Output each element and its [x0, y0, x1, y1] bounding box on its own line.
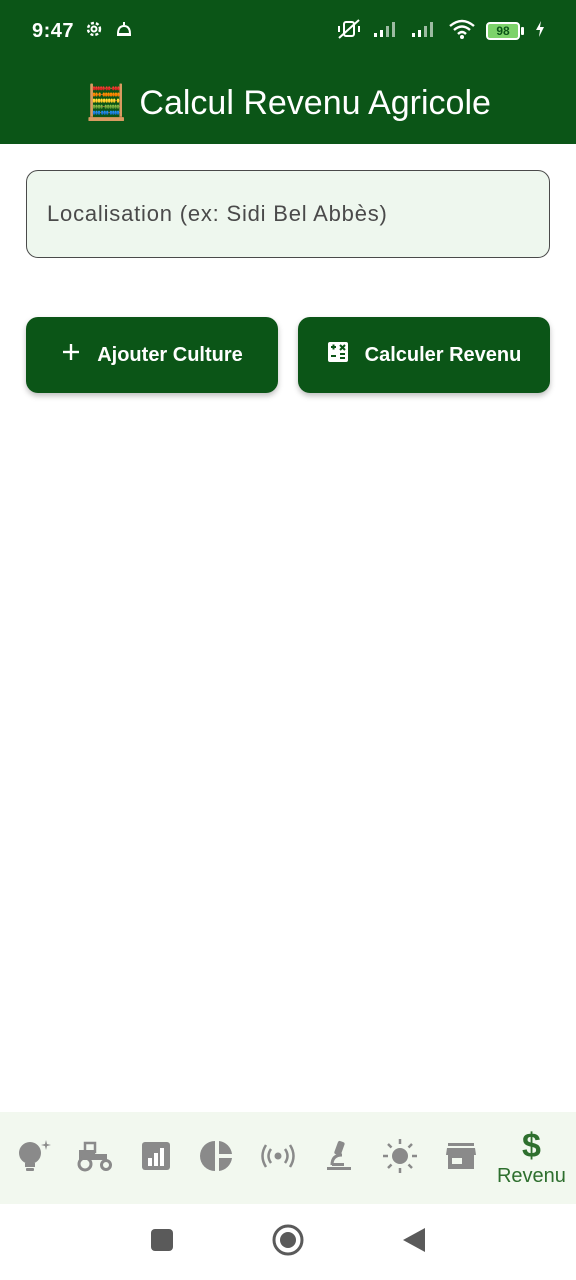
- sensor-broadcast-icon: [260, 1143, 296, 1174]
- add-culture-label: Ajouter Culture: [97, 343, 243, 366]
- battery-level: 98: [486, 22, 520, 40]
- sun-icon: [382, 1138, 418, 1179]
- battery-icon: 98: [486, 22, 524, 40]
- status-bar: 9:47 98: [0, 0, 576, 62]
- nav-item-lab[interactable]: [309, 1116, 369, 1200]
- store-icon: [445, 1141, 477, 1176]
- charging-icon: [534, 20, 546, 43]
- pie-chart-icon: [200, 1139, 234, 1178]
- nav-item-revenue[interactable]: $ Revenu: [491, 1116, 571, 1200]
- wifi-icon: [448, 18, 476, 45]
- dollar-icon: $: [521, 1126, 541, 1165]
- signal-icon: [372, 19, 400, 44]
- settings-gear-icon: [84, 19, 104, 44]
- app-bar: 🧮 Calcul Revenu Agricole: [0, 62, 576, 144]
- back-triangle-icon[interactable]: [401, 1226, 427, 1259]
- abacus-icon: 🧮: [85, 84, 128, 122]
- nav-item-revenue-label: Revenu: [496, 1164, 566, 1187]
- page-title: Calcul Revenu Agricole: [139, 83, 491, 122]
- microscope-icon: [324, 1139, 354, 1178]
- home-circle-icon[interactable]: [271, 1223, 305, 1262]
- status-left: 9:47: [32, 19, 134, 44]
- plus-icon: [61, 342, 81, 368]
- lightbulb-sparkle-icon: [14, 1138, 54, 1179]
- location-input-placeholder: Localisation (ex: Sidi Bel Abbès): [47, 201, 388, 226]
- nav-item-tractor[interactable]: [65, 1116, 125, 1200]
- bar-chart-icon: [140, 1140, 172, 1177]
- status-time: 9:47: [32, 19, 75, 42]
- calculate-revenue-button[interactable]: Calculer Revenu: [298, 317, 550, 393]
- nav-item-analytics[interactable]: [187, 1116, 247, 1200]
- alarm-icon: [114, 19, 134, 44]
- vibrate-silent-icon: [336, 18, 362, 45]
- nav-item-sensors[interactable]: [248, 1116, 308, 1200]
- nav-item-ideas[interactable]: [4, 1116, 64, 1200]
- status-right: 98: [336, 18, 546, 45]
- nav-item-weather[interactable]: [370, 1116, 430, 1200]
- signal-icon: [410, 19, 438, 44]
- calculate-revenue-label: Calculer Revenu: [364, 343, 522, 366]
- bottom-navigation: $ Revenu: [0, 1112, 576, 1204]
- nav-item-market[interactable]: [431, 1116, 491, 1200]
- add-culture-button[interactable]: Ajouter Culture: [26, 317, 278, 393]
- tractor-icon: [75, 1140, 115, 1177]
- system-navigation-bar: [0, 1204, 576, 1280]
- nav-item-stats[interactable]: [126, 1116, 186, 1200]
- calculator-icon: [327, 341, 349, 369]
- recents-square-icon[interactable]: [149, 1227, 175, 1258]
- location-input[interactable]: Localisation (ex: Sidi Bel Abbès): [26, 170, 550, 258]
